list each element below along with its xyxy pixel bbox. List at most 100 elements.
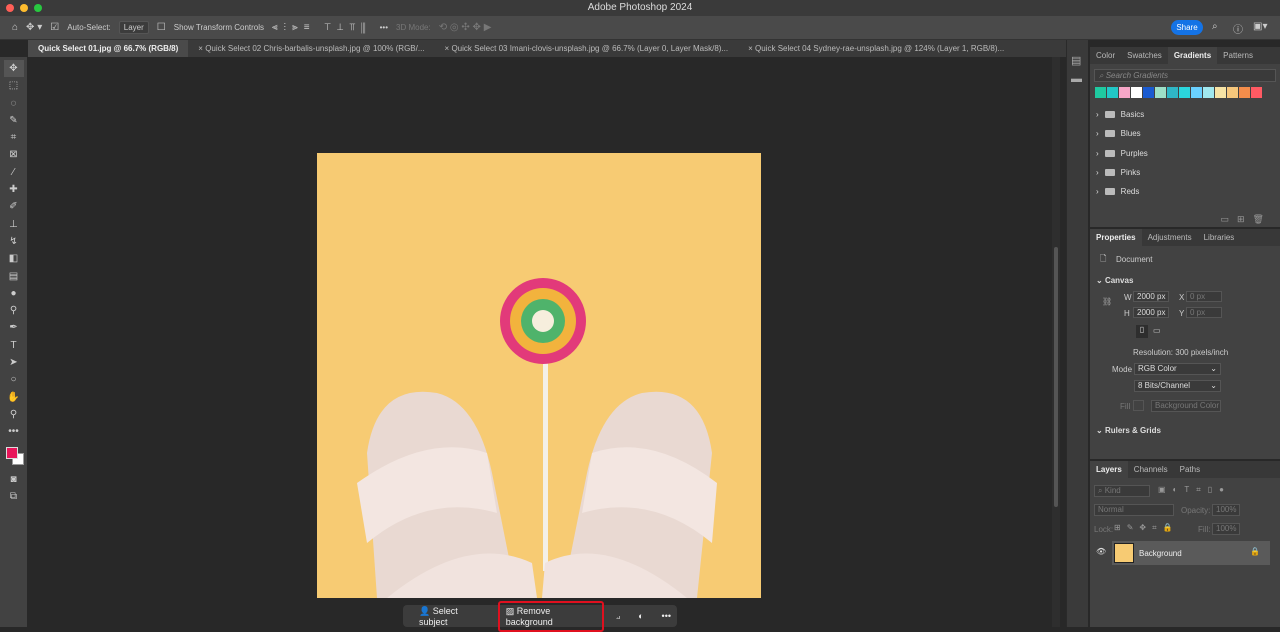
search-gradients-input[interactable]: ⌕ Search Gradients: [1094, 69, 1276, 82]
lasso-tool-icon[interactable]: ◌: [4, 95, 24, 112]
stamp-tool-icon[interactable]: ⊥: [4, 216, 24, 233]
tab-libraries[interactable]: Libraries: [1198, 229, 1241, 246]
history-icon[interactable]: ▤: [1071, 54, 1088, 67]
search-icon[interactable]: ⌕: [1212, 21, 1218, 32]
height-field[interactable]: 2000 px: [1133, 307, 1169, 318]
fill-swatch[interactable]: [1133, 400, 1144, 411]
healing-tool-icon[interactable]: ✚: [4, 181, 24, 198]
gradient-swatch[interactable]: [1119, 87, 1130, 98]
mode-dropdown[interactable]: RGB Color ⌄: [1134, 363, 1221, 375]
document-image[interactable]: [317, 153, 761, 598]
gradient-swatch[interactable]: [1179, 87, 1190, 98]
gradient-swatch[interactable]: [1215, 87, 1226, 98]
brush-tool-icon[interactable]: ✐: [4, 198, 24, 215]
home-icon[interactable]: ⌂: [12, 22, 18, 33]
gradient-folder[interactable]: › Basics: [1090, 105, 1280, 124]
visibility-eye-icon[interactable]: 👁: [1096, 547, 1106, 556]
adjustment-icon[interactable]: ◐: [632, 608, 649, 624]
lock-icons[interactable]: ⊞✎✥⌗🔒: [1114, 523, 1179, 533]
gradient-folder[interactable]: › Blues: [1090, 124, 1280, 143]
foreground-color-swatch[interactable]: [5, 446, 18, 459]
crop-tool-icon[interactable]: ⌗: [4, 129, 24, 146]
blur-tool-icon[interactable]: ●: [4, 285, 24, 302]
width-field[interactable]: 2000 px: [1133, 291, 1169, 302]
gradient-actions-icons[interactable]: ▭⊞🗑: [1221, 214, 1272, 225]
auto-select-checkbox[interactable]: ☑: [50, 22, 59, 33]
gradient-swatch[interactable]: [1095, 87, 1106, 98]
rulers-grids-section[interactable]: ⌄ Rulers & Grids: [1096, 426, 1161, 435]
pen-tool-icon[interactable]: ✒: [4, 319, 24, 336]
align-icons[interactable]: ⫷⫶⫸≡ ⊤⊥⫪⫼: [272, 22, 372, 33]
gradient-swatch[interactable]: [1167, 87, 1178, 98]
gradient-swatch[interactable]: [1131, 87, 1142, 98]
path-select-tool-icon[interactable]: ➤: [4, 354, 24, 371]
gradient-swatch[interactable]: [1191, 87, 1202, 98]
tab-patterns[interactable]: Patterns: [1217, 47, 1259, 64]
comments-icon[interactable]: ▬: [1071, 73, 1088, 85]
marquee-tool-icon[interactable]: ⬚: [4, 77, 24, 94]
3d-tools-icons[interactable]: ⟲ ◎ ✣ ✥ ▶: [439, 22, 492, 33]
shape-tool-icon[interactable]: ○: [4, 371, 24, 388]
eraser-tool-icon[interactable]: ◧: [4, 250, 24, 267]
edit-toolbar-icon[interactable]: •••: [4, 423, 24, 440]
history-brush-icon[interactable]: ↯: [4, 233, 24, 250]
more-options-button[interactable]: •••: [380, 23, 388, 32]
close-window-button[interactable]: [6, 4, 14, 12]
layer-kind-filter[interactable]: ⌕ Kind: [1094, 485, 1150, 497]
type-tool-icon[interactable]: T: [4, 337, 24, 354]
tab-adjustments[interactable]: Adjustments: [1142, 229, 1198, 246]
landscape-orientation-button[interactable]: ▭: [1153, 326, 1161, 335]
zoom-tool-icon[interactable]: ⚲: [4, 406, 24, 423]
move-tool-icon[interactable]: ✥ ▾: [26, 22, 42, 33]
minimize-window-button[interactable]: [20, 4, 28, 12]
canvas-section[interactable]: ⌄ Canvas: [1096, 276, 1133, 285]
hand-tool-icon[interactable]: ✋: [4, 389, 24, 406]
quick-select-tool-icon[interactable]: ✎: [4, 112, 24, 129]
more-button[interactable]: •••: [656, 608, 677, 624]
workspace-icon[interactable]: ▣▾: [1253, 21, 1267, 32]
blend-mode-dropdown[interactable]: Normal: [1094, 504, 1174, 516]
dodge-tool-icon[interactable]: ⚲: [4, 302, 24, 319]
gradient-swatch[interactable]: [1107, 87, 1118, 98]
tab-gradients[interactable]: Gradients: [1167, 47, 1218, 64]
tab-color[interactable]: Color: [1090, 47, 1121, 64]
auto-select-dropdown[interactable]: Layer: [118, 21, 149, 34]
layer-filter-icons[interactable]: ▣◐T⌗▯●: [1158, 485, 1231, 495]
select-subject-button[interactable]: 👤 Select subject: [413, 603, 492, 630]
opacity-field[interactable]: 100%: [1212, 504, 1240, 516]
eyedropper-tool-icon[interactable]: ⁄: [4, 164, 24, 181]
share-button[interactable]: Share: [1171, 20, 1203, 35]
fill-dropdown[interactable]: Background Color: [1151, 400, 1221, 412]
tab-document-2[interactable]: × Quick Select 02 Chris-barbalis-unsplas…: [188, 40, 434, 57]
portrait-orientation-button[interactable]: ▯: [1136, 325, 1148, 338]
y-field[interactable]: 0 px: [1186, 307, 1222, 318]
tab-paths[interactable]: Paths: [1174, 461, 1206, 478]
tab-swatches[interactable]: Swatches: [1121, 47, 1168, 64]
move-tool-icon[interactable]: ✥: [3, 60, 24, 78]
tab-channels[interactable]: Channels: [1128, 461, 1174, 478]
tab-layers[interactable]: Layers: [1090, 461, 1128, 478]
tab-document-1[interactable]: Quick Select 01.jpg @ 66.7% (RGB/8): [28, 40, 189, 57]
help-icon[interactable]: ⓘ: [1233, 21, 1243, 36]
fill-field[interactable]: 100%: [1212, 523, 1240, 535]
layer-row[interactable]: 👁 Background 🔒: [1090, 541, 1280, 565]
gradient-folder[interactable]: › Purples: [1090, 144, 1280, 163]
gradient-swatch[interactable]: [1239, 87, 1250, 98]
frame-tool-icon[interactable]: ⊠: [4, 146, 24, 163]
vertical-scrollbar[interactable]: [1052, 57, 1060, 627]
gradient-folder[interactable]: › Pinks: [1090, 163, 1280, 182]
gradient-swatch[interactable]: [1251, 87, 1262, 98]
link-icon[interactable]: ⛓: [1102, 297, 1112, 306]
zoom-window-button[interactable]: [34, 4, 42, 12]
bit-depth-dropdown[interactable]: 8 Bits/Channel ⌄: [1134, 380, 1221, 392]
gradient-swatch[interactable]: [1155, 87, 1166, 98]
gradient-tool-icon[interactable]: ▤: [4, 268, 24, 285]
screen-mode-icon[interactable]: ⧉: [4, 488, 24, 505]
gradient-swatch[interactable]: [1203, 87, 1214, 98]
gradient-swatch[interactable]: [1227, 87, 1238, 98]
tab-document-3[interactable]: × Quick Select 03 Imani-clovis-unsplash.…: [435, 40, 739, 57]
gradient-folder[interactable]: › Reds: [1090, 182, 1280, 201]
gradient-swatch[interactable]: [1143, 87, 1154, 98]
quick-mask-icon[interactable]: ◙: [4, 471, 24, 488]
x-field[interactable]: 0 px: [1186, 291, 1222, 302]
